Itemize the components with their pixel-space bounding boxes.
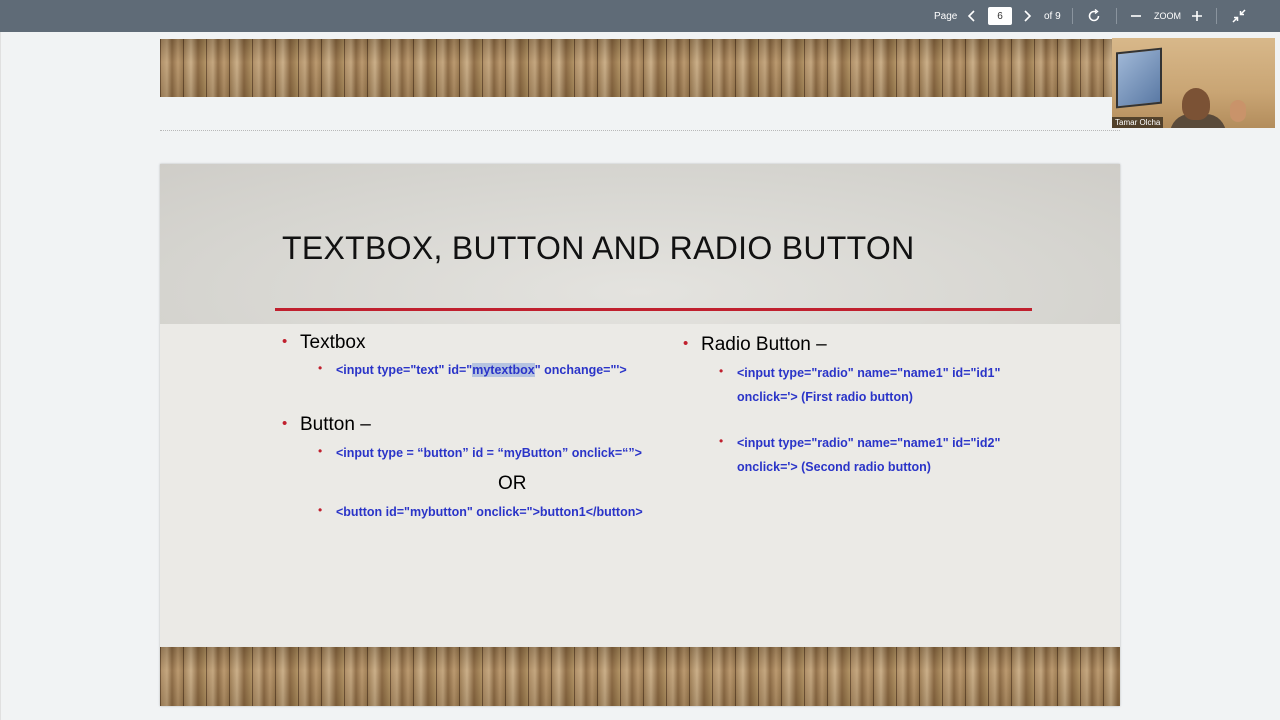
title-underline [275,308,1032,311]
slide-footer-image [160,647,1120,706]
page-number-input[interactable] [988,7,1012,25]
previous-page-footer-image [160,39,1120,97]
textbox-code-prefix: <input type="text" id=" [336,363,473,377]
textbox-heading: Textbox [300,332,366,353]
bullet-textbox: • Textbox [282,332,366,354]
bullet-button: • Button – [282,414,371,436]
slide-title: TEXTBOX, BUTTON AND RADIO BUTTON [282,230,915,266]
background-monitor [1116,47,1162,109]
participant-head [1182,88,1210,120]
zoom-in-icon[interactable] [1187,6,1207,26]
page-separator [160,130,1120,131]
page-label: Page [934,10,958,22]
button-code-2-text: <button id="mybutton" onclick=">button1<… [336,505,643,519]
bullet-dot: • [282,415,288,432]
bullet-radio: • Radio Button – [683,334,827,356]
bullet-dot: • [318,503,323,517]
participant-hand [1230,100,1246,122]
radio-2-line2: onclick='> (Second radio button) [737,460,931,474]
radio-1-line1: <input type="radio" name="name1" id="id1… [737,366,1001,380]
radio-1-line2: onclick='> (First radio button) [737,390,913,404]
toolbar-divider [1116,8,1117,24]
bullet-dot: • [683,335,689,352]
rotate-icon[interactable] [1084,6,1104,26]
bullet-dot: • [719,434,724,448]
total-pages-label: of 9 [1044,10,1061,22]
webcam-video-tile[interactable]: Tamar Olcha [1112,38,1275,128]
exit-fullscreen-icon[interactable] [1229,6,1249,26]
radio-code-1: • <input type="radio" name="name1" id="i… [719,361,1001,409]
toolbar-divider [1216,8,1217,24]
slide-page: TEXTBOX, BUTTON AND RADIO BUTTON • Textb… [160,164,1120,706]
bullet-dot: • [719,364,724,378]
textbox-code-suffix: " onchange="'> [534,363,627,377]
next-page-icon[interactable] [1017,6,1037,26]
selected-text-highlight[interactable]: mytextbox [472,363,535,377]
textbox-code: • <input type="text" id="mytextbox" onch… [318,358,627,382]
radio-2-line1: <input type="radio" name="name1" id="id2… [737,436,1001,450]
radio-heading: Radio Button – [701,334,827,355]
viewer-toolbar: Page of 9 ZOOM [0,0,1280,32]
button-code-2: • <button id="mybutton" onclick=">button… [318,500,643,524]
button-heading: Button – [300,414,371,435]
previous-page-icon[interactable] [962,6,982,26]
participant-name-label: Tamar Olcha [1112,117,1164,128]
button-code-1-text: <input type = “button” id = “myButton” o… [336,446,642,460]
bullet-dot: • [318,444,323,458]
button-code-1: • <input type = “button” id = “myButton”… [318,441,642,465]
bullet-dot: • [318,361,323,375]
zoom-out-icon[interactable] [1126,6,1146,26]
or-separator: OR [498,473,527,494]
bullet-dot: • [282,333,288,350]
toolbar-divider [1072,8,1073,24]
zoom-label: ZOOM [1154,11,1181,21]
document-border [0,32,1,720]
radio-code-2: • <input type="radio" name="name1" id="i… [719,431,1001,479]
